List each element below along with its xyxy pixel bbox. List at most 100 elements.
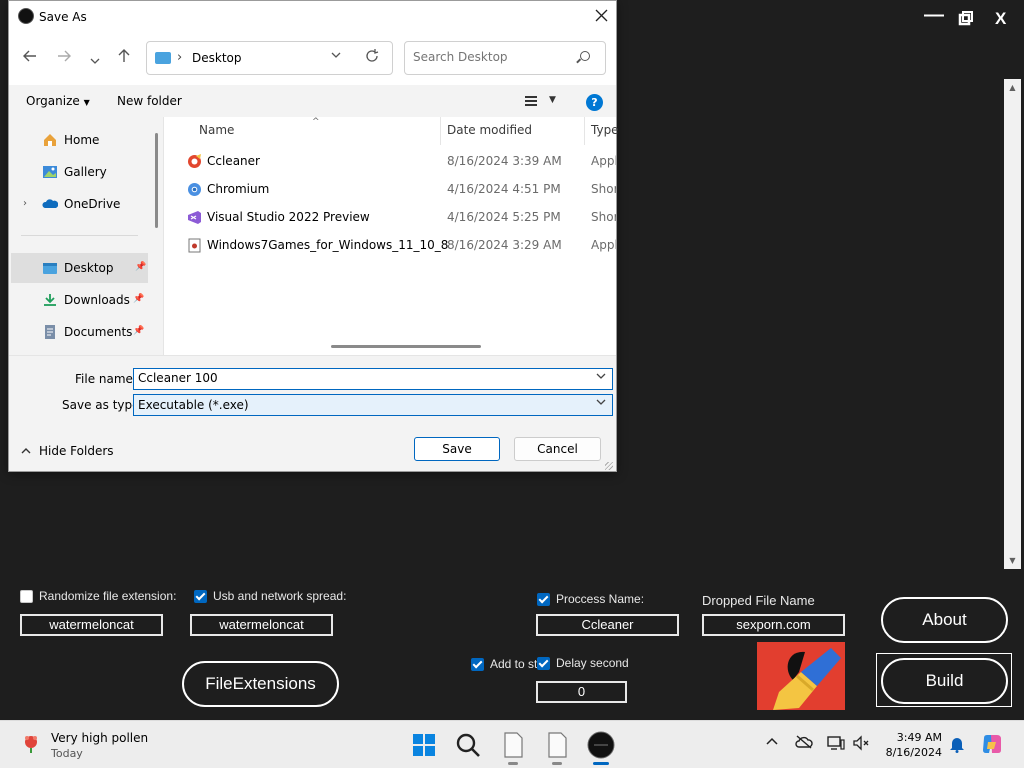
up-button[interactable] <box>117 49 131 67</box>
pin-icon: 📌 <box>135 262 147 272</box>
copilot-icon[interactable] <box>981 733 1003 755</box>
taskbar-app-builder[interactable] <box>585 729 617 765</box>
build-button[interactable]: Build <box>881 658 1008 704</box>
search-icon[interactable] <box>580 51 590 61</box>
file-icon <box>504 732 523 758</box>
volume-muted-icon[interactable] <box>852 735 870 753</box>
forward-button[interactable] <box>57 49 71 67</box>
resize-grip[interactable] <box>605 462 613 470</box>
nav-item-gallery[interactable]: Gallery <box>9 157 149 187</box>
delay-second-field[interactable]: 0 <box>536 681 627 703</box>
delay-second-checkbox[interactable]: Delay second <box>537 656 629 670</box>
chevron-down-icon[interactable] <box>596 398 606 409</box>
pin-icon: 📌 <box>133 294 145 304</box>
running-indicator <box>552 762 562 765</box>
checkbox-box[interactable] <box>194 589 207 603</box>
new-folder-button[interactable]: New folder <box>117 94 182 108</box>
search-icon <box>456 733 480 757</box>
documents-icon <box>45 325 55 339</box>
column-divider[interactable] <box>584 117 585 145</box>
taskbar-search-button[interactable] <box>452 729 484 761</box>
save-button[interactable]: Save <box>414 437 500 461</box>
checkbox-box[interactable] <box>20 589 33 603</box>
file-row[interactable]: Ccleaner 8/16/2024 3:39 AM Appli <box>164 147 616 175</box>
process-name-field[interactable]: Ccleaner <box>536 614 679 636</box>
file-date: 8/16/2024 3:39 AM <box>447 154 562 168</box>
usb-spread-field[interactable]: watermeloncat <box>190 614 333 636</box>
dialog-footer: File name: Save as type: Executable (*.e… <box>9 355 616 471</box>
dialog-titlebar[interactable]: Save As <box>9 1 616 33</box>
dropped-file-name-field[interactable]: sexporn.com <box>702 614 845 636</box>
address-dropdown-icon[interactable] <box>331 51 341 62</box>
usb-spread-checkbox[interactable]: Usb and network spread: <box>194 589 346 603</box>
cancel-button[interactable]: Cancel <box>514 437 601 461</box>
close-button[interactable]: X <box>995 9 1006 29</box>
taskbar-app-file-1[interactable] <box>497 729 529 765</box>
scroll-down-icon[interactable]: ▼ <box>1004 552 1021 569</box>
sort-ascending-icon: ^ <box>312 117 320 127</box>
nav-item-onedrive[interactable]: OneDrive <box>9 189 149 219</box>
nav-item-documents[interactable]: Documents 📌 <box>9 317 149 347</box>
dialog-close-button[interactable] <box>595 7 608 26</box>
search-box[interactable] <box>404 41 606 75</box>
chevron-down-icon[interactable] <box>596 372 606 383</box>
help-icon[interactable]: ? <box>586 94 603 111</box>
column-header-type[interactable]: Type <box>591 123 619 137</box>
view-options-caret-icon[interactable]: ▼ <box>549 95 556 105</box>
clock[interactable]: 3:49 AM 8/16/2024 <box>882 730 942 760</box>
show-hidden-icons-button[interactable] <box>763 735 781 753</box>
start-button[interactable] <box>408 729 440 761</box>
file-extensions-button[interactable]: FileExtensions <box>182 661 339 707</box>
notifications-icon[interactable] <box>948 735 966 753</box>
file-row[interactable]: Visual Studio 2022 Preview 4/16/2024 5:2… <box>164 203 616 231</box>
scroll-up-icon[interactable]: ▲ <box>1004 79 1021 96</box>
vertical-scrollbar[interactable]: ▲ ▼ <box>1004 79 1021 569</box>
file-name-combobox[interactable] <box>133 368 613 390</box>
refresh-icon[interactable] <box>365 48 379 67</box>
horizontal-scrollbar[interactable] <box>331 345 481 348</box>
nav-item-desktop[interactable]: Desktop 📌 <box>11 253 148 283</box>
back-button[interactable] <box>23 49 37 67</box>
column-divider[interactable] <box>440 117 441 145</box>
checkbox-box[interactable] <box>537 656 550 670</box>
file-date: 4/16/2024 4:51 PM <box>447 182 561 196</box>
file-name-input[interactable] <box>138 371 588 385</box>
about-button[interactable]: About <box>881 597 1008 643</box>
search-input[interactable] <box>413 50 573 64</box>
app-icon <box>18 8 34 24</box>
organize-menu[interactable]: Organize ▼ <box>26 94 90 108</box>
save-as-type-select[interactable]: Executable (*.exe) <box>133 394 613 416</box>
add-startup-checkbox[interactable]: Add to sta <box>471 657 537 671</box>
taskbar: Very high pollen Today 3:49 AM 8/16/2024 <box>0 720 1024 768</box>
running-indicator <box>508 762 518 765</box>
recent-locations-button[interactable] <box>90 51 100 69</box>
hide-folders-toggle[interactable]: Hide Folders <box>21 444 114 458</box>
column-header-name[interactable]: Name <box>199 123 234 137</box>
nav-item-home[interactable]: Home <box>9 125 149 155</box>
navigation-bar: › Desktop <box>9 33 616 85</box>
randomize-extension-checkbox[interactable]: Randomize file extension: <box>20 589 176 603</box>
nav-scrollbar[interactable] <box>155 133 158 228</box>
checkbox-box[interactable] <box>471 657 484 671</box>
breadcrumb-desktop[interactable]: Desktop <box>192 51 242 65</box>
checkbox-box[interactable] <box>537 592 550 606</box>
minimize-button[interactable]: — <box>924 4 944 27</box>
nav-item-downloads[interactable]: Downloads 📌 <box>9 285 149 315</box>
chevron-up-icon <box>766 737 778 745</box>
file-name: Windows7Games_for_Windows_11_10_8 <box>207 238 449 252</box>
address-bar[interactable]: › Desktop <box>146 41 393 75</box>
save-as-type-label: Save as type: <box>62 398 144 412</box>
close-icon <box>595 9 608 22</box>
randomize-extension-field[interactable]: watermeloncat <box>20 614 163 636</box>
weather-widget[interactable]: Very high pollen Today <box>20 729 190 763</box>
file-icon <box>548 732 567 758</box>
restore-button[interactable] <box>958 10 974 26</box>
file-row[interactable]: Windows7Games_for_Windows_11_10_8 8/16/2… <box>164 231 616 259</box>
column-header-date[interactable]: Date modified <box>447 123 532 137</box>
cloud-offline-icon[interactable] <box>795 735 813 753</box>
file-row[interactable]: Chromium 4/16/2024 4:51 PM Short <box>164 175 616 203</box>
view-list-icon[interactable] <box>525 96 537 106</box>
network-icon[interactable] <box>827 735 845 753</box>
process-name-checkbox[interactable]: Proccess Name: <box>537 592 644 606</box>
taskbar-app-file-2[interactable] <box>541 729 573 765</box>
